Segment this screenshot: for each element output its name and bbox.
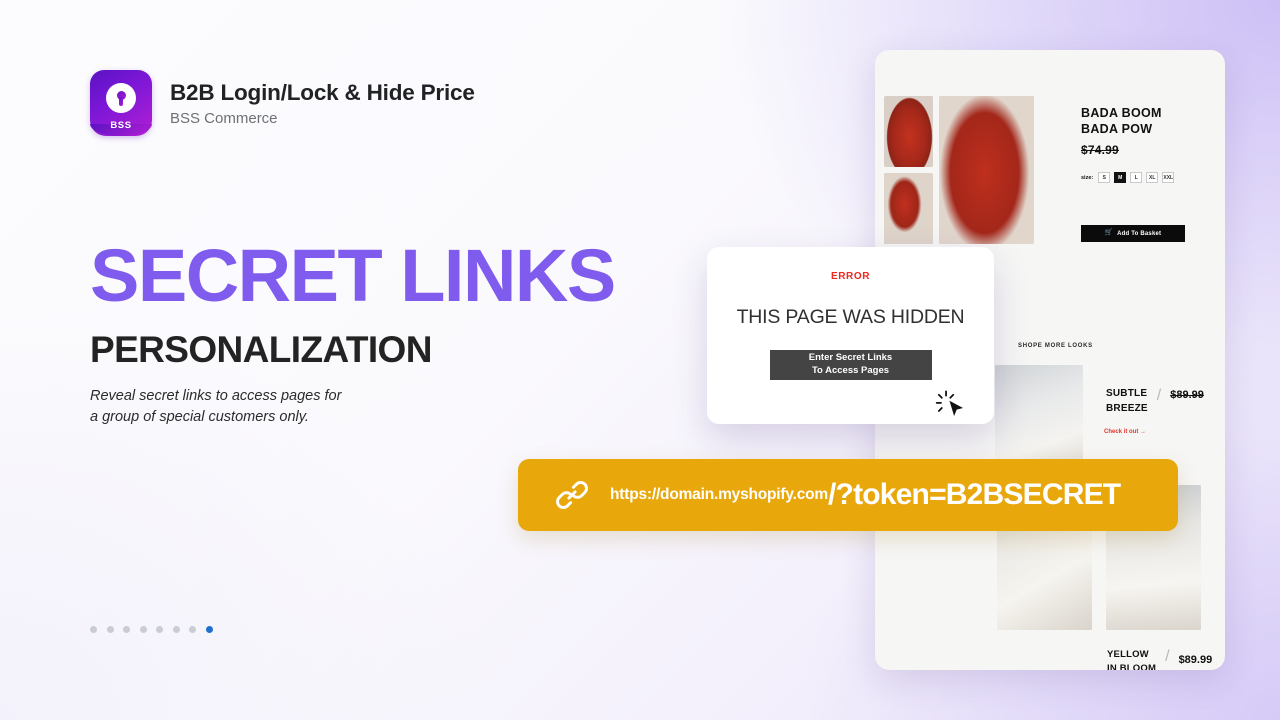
product-title: BADA BOOM BADA POW [1081, 105, 1213, 137]
carousel-dots[interactable] [90, 626, 213, 633]
look-card-1: SUBTLE BREEZE / $89.99 [995, 365, 1204, 473]
add-to-basket-label: Add To Basket [1117, 230, 1162, 237]
look-1-divider: / [1156, 387, 1162, 404]
banner-token-text: /?token=B2BSECRET [828, 478, 1121, 511]
hero-headline-block: SECRET LINKS PERSONALIZATION [90, 234, 616, 371]
carousel-dot[interactable] [189, 626, 196, 633]
keyhole-circle-icon [106, 83, 136, 113]
carousel-dot-active[interactable] [205, 626, 213, 633]
headline-primary: SECRET LINKS [90, 234, 616, 317]
brand-text-block: B2B Login/Lock & Hide Price BSS Commerce [170, 79, 475, 127]
look-2-divider: / [1165, 648, 1170, 665]
product-gallery [884, 96, 1034, 244]
look-1-image[interactable] [995, 365, 1083, 473]
look-2-name: YELLOW IN BLOOM [1107, 648, 1156, 670]
look-2-info: YELLOW IN BLOOM / $89.99 [1107, 648, 1212, 670]
modal-button-line-2: To Access Pages [811, 365, 890, 376]
product-thumbnail[interactable] [884, 173, 933, 244]
click-cursor-icon [935, 390, 964, 417]
shopping-cart-icon: 🛒 [1104, 229, 1114, 237]
hero-tagline: Reveal secret links to access pages for … [90, 386, 341, 428]
look-1-name-line-2: BREEZE [1106, 402, 1148, 414]
tagline-line-1: Reveal secret links to access pages for [90, 388, 342, 404]
size-selector[interactable]: size: S M L XL XXL [1081, 172, 1213, 183]
size-option-l[interactable]: L [1130, 172, 1143, 183]
logo-bss-text: BSS [110, 120, 132, 131]
secret-link-url-banner: https://domain.myshopify.com /?token=B2B… [518, 459, 1178, 531]
look-2-name-line-1: YELLOW [1107, 649, 1149, 660]
carousel-dot[interactable] [123, 626, 130, 633]
tagline-line-2: a group of special customers only. [90, 409, 309, 426]
keyhole-glyph-icon [116, 90, 126, 106]
size-selector-label: size: [1081, 174, 1094, 181]
product-title-line-1: BADA BOOM [1081, 106, 1162, 120]
modal-title: THIS PAGE WAS HIDDEN [736, 306, 965, 328]
banner-domain-text: https://domain.myshopify.com [610, 486, 829, 503]
look-2-price: $89.99 [1178, 654, 1213, 666]
headline-secondary: PERSONALIZATION [90, 329, 432, 371]
page-hidden-modal: ERROR THIS PAGE WAS HIDDEN Enter Secret … [707, 247, 994, 424]
look-1-info: SUBTLE BREEZE / $89.99 [1106, 365, 1204, 416]
modal-button-line-1: Enter Secret Links [808, 352, 893, 364]
product-thumbnail[interactable] [884, 96, 933, 167]
product-price: $74.99 [1081, 143, 1119, 157]
carousel-dot[interactable] [90, 626, 97, 633]
look-2-name-line-2: IN BLOOM [1107, 663, 1157, 670]
look-1-name: SUBTLE BREEZE [1106, 387, 1148, 416]
shop-more-looks-label: SHOPE MORE LOOKS [1018, 343, 1093, 349]
product-info: BADA BOOM BADA POW $74.99 size: S M L XL… [1081, 105, 1213, 242]
carousel-dot[interactable] [156, 626, 163, 633]
brand-header: BSS B2B Login/Lock & Hide Price BSS Comm… [90, 70, 475, 136]
product-title-line-2: BADA POW [1081, 122, 1153, 136]
size-option-s[interactable]: S [1098, 172, 1111, 183]
enter-secret-links-button[interactable]: Enter Secret Links To Access Pages [769, 350, 932, 380]
product-thumbnail-list [884, 96, 933, 244]
bss-app-logo-icon: BSS [90, 70, 152, 136]
carousel-dot[interactable] [172, 626, 180, 633]
look-1-name-line-1: SUBTLE [1106, 388, 1148, 399]
carousel-dot[interactable] [139, 626, 147, 633]
size-option-xl[interactable]: XL [1146, 172, 1159, 183]
look-1-cta-link[interactable]: Check it out → [1104, 429, 1146, 435]
link-chain-icon [556, 481, 588, 509]
size-option-xxl[interactable]: XXL [1162, 172, 1175, 183]
app-title: B2B Login/Lock & Hide Price [170, 79, 475, 105]
product-hero-image[interactable] [939, 96, 1034, 244]
look-1-price: $89.99 [1170, 389, 1204, 401]
size-option-m[interactable]: M [1114, 172, 1127, 183]
carousel-dot[interactable] [106, 626, 114, 633]
left-content-panel: BSS B2B Login/Lock & Hide Price BSS Comm… [0, 0, 700, 720]
app-developer: BSS Commerce [170, 110, 278, 128]
add-to-basket-button[interactable]: 🛒 Add To Basket [1081, 225, 1185, 242]
error-label: ERROR [830, 271, 871, 282]
